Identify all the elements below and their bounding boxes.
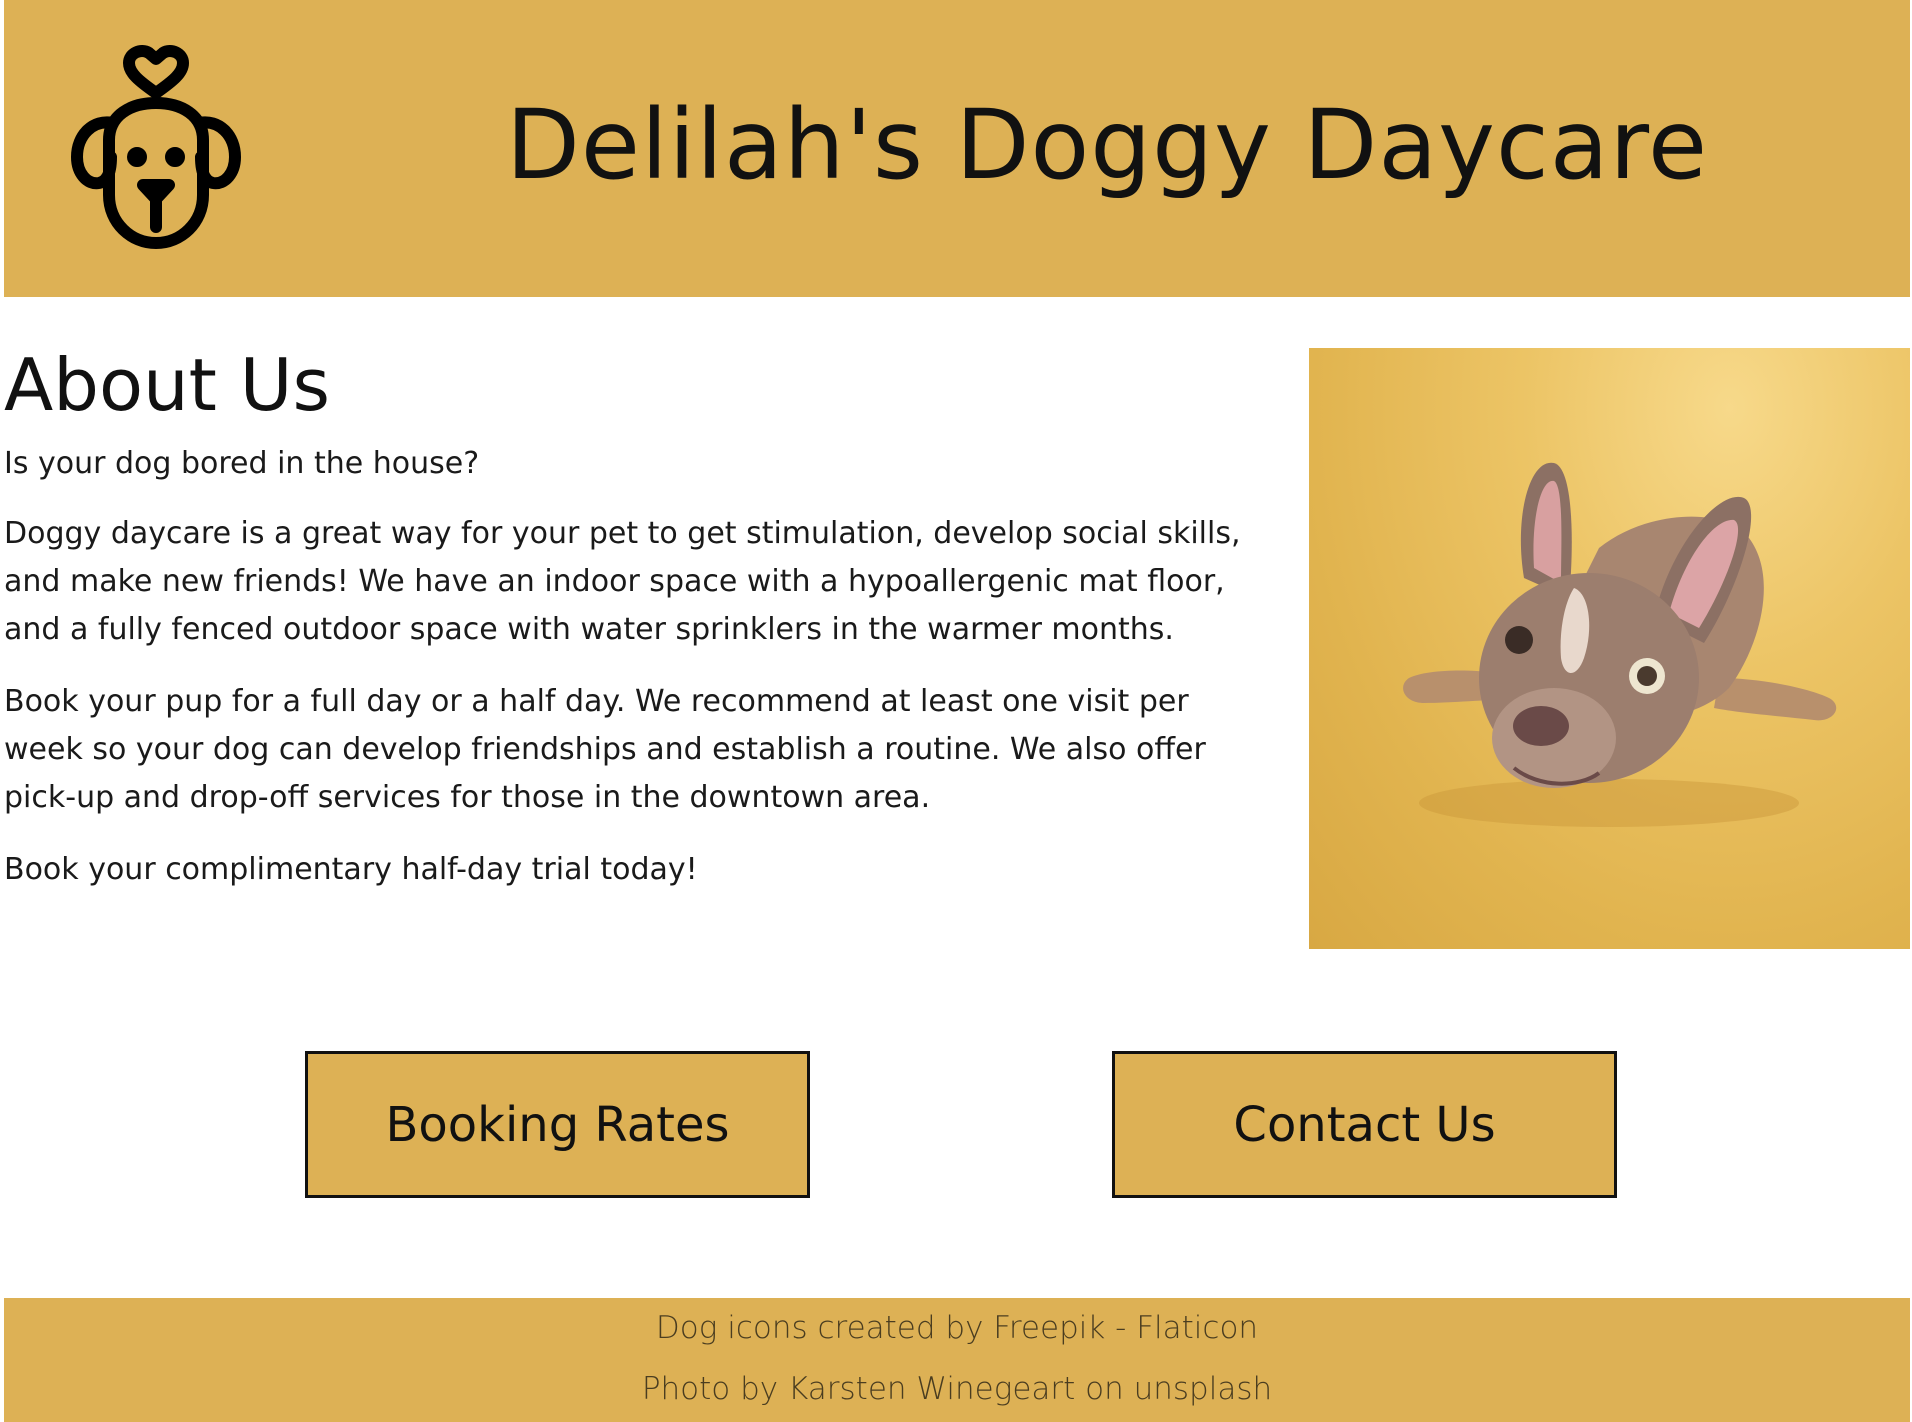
- icons-credit[interactable]: Dog icons created by Freepik - Flaticon: [4, 1298, 1910, 1359]
- site-title: Delilah's Doggy Daycare: [505, 89, 1709, 201]
- dog-photo: [1309, 348, 1910, 949]
- photo-credit[interactable]: Photo by Karsten Winegeart on unsplash: [4, 1359, 1910, 1420]
- site-header: Delilah's Doggy Daycare: [4, 0, 1910, 297]
- about-heading: About Us: [4, 343, 330, 427]
- page: Delilah's Doggy Daycare About Us Is your…: [0, 0, 1912, 1422]
- about-paragraph: Is your dog bored in the house?: [4, 446, 480, 481]
- about-paragraph: Doggy daycare is a great way for your pe…: [4, 516, 1241, 647]
- contact-us-button[interactable]: Contact Us: [1112, 1051, 1617, 1198]
- site-footer: Dog icons created by Freepik - Flaticon …: [4, 1298, 1910, 1422]
- about-paragraph: Book your complimentary half-day trial t…: [4, 852, 698, 887]
- about-section: About Us Is your dog bored in the house?…: [4, 340, 1264, 918]
- booking-rates-button[interactable]: Booking Rates: [305, 1051, 810, 1198]
- about-paragraph: Book your pup for a full day or a half d…: [4, 684, 1206, 815]
- dog-heart-icon: [69, 45, 244, 250]
